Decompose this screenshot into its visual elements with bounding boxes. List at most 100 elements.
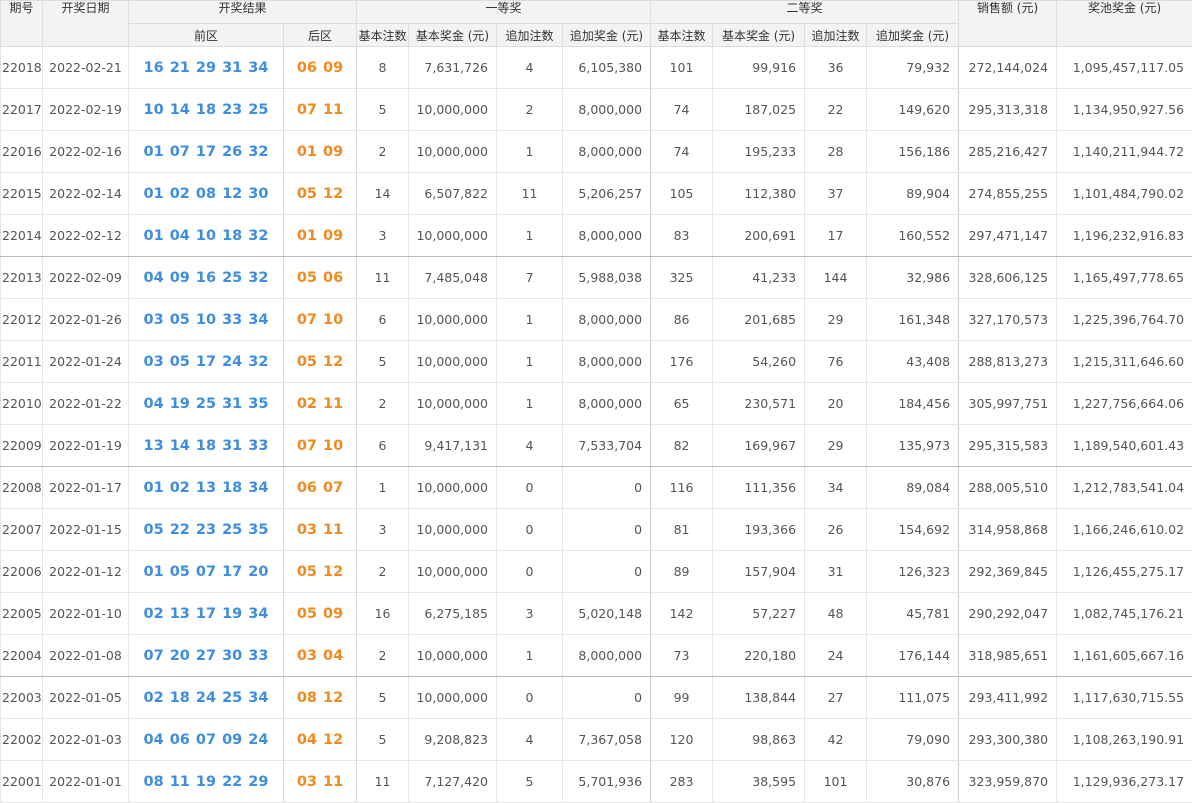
sales-cell: 295,315,583 [959, 425, 1057, 467]
col-result: 开奖结果 [129, 1, 357, 24]
issue-cell: 22008 [1, 467, 43, 509]
front-ball: 05 [170, 354, 190, 370]
p2-base-count-cell: 105 [651, 173, 713, 215]
col-p2-base-count: 基本注数 [651, 24, 713, 47]
back-balls: 0609 [284, 47, 357, 89]
back-ball: 06 [323, 270, 343, 286]
front-ball: 34 [248, 312, 268, 328]
front-ball: 03 [144, 312, 164, 328]
p2-extra-count-cell: 29 [805, 425, 867, 467]
back-balls: 04 12 [284, 719, 357, 761]
p1-extra-count-cell: 1 [497, 341, 563, 383]
p1-extra-count-cell: 3 [497, 593, 563, 635]
p2-base-count-cell: 99 [651, 677, 713, 719]
p2-base-count-cell: 176 [651, 341, 713, 383]
table-row: 220092022-01-191314183133071069,417,1314… [1, 425, 1192, 467]
front-ball: 29 [248, 774, 268, 790]
front-balls: 0102081230 [129, 173, 284, 215]
p1-extra-prize-cell: 5,020,148 [563, 593, 651, 635]
p1-base-prize-cell: 10,000,000 [409, 215, 497, 257]
p2-extra-prize-cell: 111,075 [867, 677, 959, 719]
pool-cell: 1,161,605,667.16 [1057, 635, 1192, 677]
table-row: 220052022-01-1002131719340509166,275,185… [1, 593, 1192, 635]
sales-cell: 293,300,380 [959, 719, 1057, 761]
back-ball: 10 [323, 312, 343, 328]
p2-extra-prize-cell: 32,986 [867, 257, 959, 299]
p2-base-prize-cell: 111,356 [713, 467, 805, 509]
front-ball: 13 [170, 606, 190, 622]
back-ball: 03 [297, 522, 317, 538]
table-row: 220152022-02-1401020812300512146,507,822… [1, 173, 1192, 215]
back-ball: 04 [297, 732, 317, 748]
table-row: 220012022-01-0108111922290311117,127,420… [1, 761, 1192, 803]
back-ball: 02 [297, 396, 317, 412]
front-ball: 10 [144, 102, 164, 118]
p1-base-prize-cell: 10,000,000 [409, 383, 497, 425]
front-ball: 34 [248, 60, 268, 76]
front-ball: 17 [196, 144, 216, 160]
p1-base-count-cell: 5 [357, 341, 409, 383]
p2-extra-prize-cell: 161,348 [867, 299, 959, 341]
issue-cell: 22009 [1, 425, 43, 467]
pool-cell: 1,189,540,601.43 [1057, 425, 1192, 467]
front-ball: 16 [144, 60, 164, 76]
front-ball: 03 [144, 354, 164, 370]
p1-extra-prize-cell: 0 [563, 677, 651, 719]
p2-base-prize-cell: 112,380 [713, 173, 805, 215]
p2-base-count-cell: 83 [651, 215, 713, 257]
pool-cell: 1,095,457,117.05 [1057, 47, 1192, 89]
p1-extra-count-cell: 1 [497, 299, 563, 341]
front-ball: 07 [144, 648, 164, 664]
p2-extra-prize-cell: 43,408 [867, 341, 959, 383]
front-ball: 01 [144, 480, 164, 496]
p1-base-prize-cell: 10,000,000 [409, 131, 497, 173]
date-cell: 2022-01-12 [43, 551, 129, 593]
issue-cell: 22012 [1, 299, 43, 341]
p1-base-prize-cell: 10,000,000 [409, 677, 497, 719]
back-ball: 11 [323, 522, 343, 538]
p1-extra-prize-cell: 8,000,000 [563, 131, 651, 173]
sales-cell: 327,170,573 [959, 299, 1057, 341]
p1-extra-prize-cell: 7,367,058 [563, 719, 651, 761]
p1-extra-prize-cell: 5,988,038 [563, 257, 651, 299]
col-second-prize: 二等奖 [651, 1, 959, 24]
p1-extra-prize-cell: 5,206,257 [563, 173, 651, 215]
back-balls: 03 11 [284, 509, 357, 551]
issue-cell: 22011 [1, 341, 43, 383]
pool-cell: 1,117,630,715.55 [1057, 677, 1192, 719]
pool-cell: 1,225,396,764.70 [1057, 299, 1192, 341]
pool-cell: 1,212,783,541.04 [1057, 467, 1192, 509]
p1-extra-count-cell: 2 [497, 89, 563, 131]
front-ball: 19 [222, 606, 242, 622]
front-ball: 10 [196, 228, 216, 244]
pool-cell: 1,108,263,190.91 [1057, 719, 1192, 761]
front-ball: 14 [170, 438, 190, 454]
p2-base-count-cell: 73 [651, 635, 713, 677]
sales-cell: 305,997,751 [959, 383, 1057, 425]
back-ball: 08 [297, 690, 317, 706]
p2-base-count-cell: 325 [651, 257, 713, 299]
p2-extra-count-cell: 27 [805, 677, 867, 719]
p2-extra-prize-cell: 89,904 [867, 173, 959, 215]
back-ball: 07 [297, 102, 317, 118]
p2-base-count-cell: 283 [651, 761, 713, 803]
front-balls: 1314183133 [129, 425, 284, 467]
front-ball: 05 [170, 312, 190, 328]
issue-cell: 22006 [1, 551, 43, 593]
table-row: 220102022-01-2204192531350211210,000,000… [1, 383, 1192, 425]
p1-extra-count-cell: 0 [497, 551, 563, 593]
back-ball: 12 [323, 732, 343, 748]
front-ball: 02 [144, 606, 164, 622]
p1-extra-count-cell: 7 [497, 257, 563, 299]
p1-base-count-cell: 11 [357, 257, 409, 299]
front-ball: 02 [170, 480, 190, 496]
front-ball: 23 [222, 102, 242, 118]
front-ball: 08 [196, 186, 216, 202]
table-row: 220132022-02-0904091625320506117,485,048… [1, 257, 1192, 299]
front-ball: 22 [222, 774, 242, 790]
pool-cell: 1,227,756,664.06 [1057, 383, 1192, 425]
p2-base-prize-cell: 169,967 [713, 425, 805, 467]
col-p2-extra-prize: 追加奖金 (元) [867, 24, 959, 47]
date-cell: 2022-01-01 [43, 761, 129, 803]
pool-cell: 1,134,950,927.56 [1057, 89, 1192, 131]
